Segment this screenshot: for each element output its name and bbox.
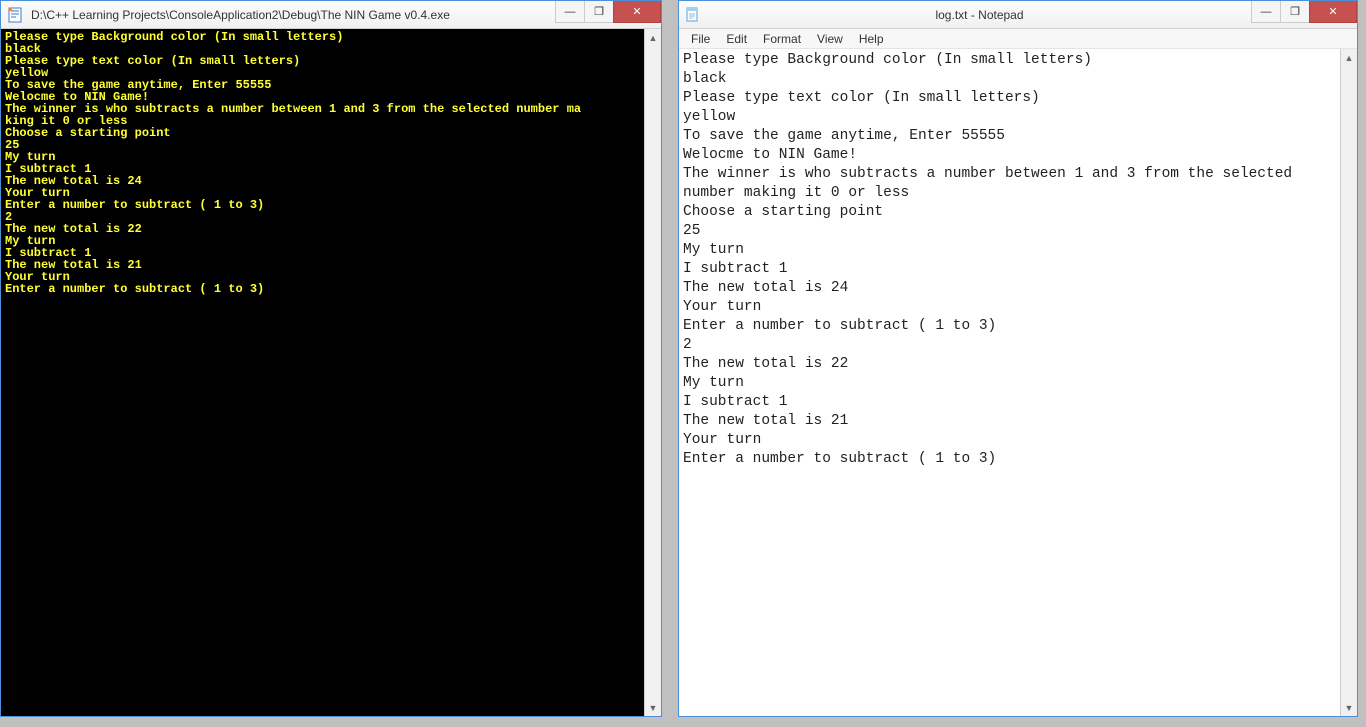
notepad-title: log.txt - Notepad <box>707 8 1252 22</box>
console-titlebar[interactable]: D:\C++ Learning Projects\ConsoleApplicat… <box>1 1 661 29</box>
scroll-down-icon[interactable]: ▼ <box>645 699 661 716</box>
menu-edit[interactable]: Edit <box>718 30 755 48</box>
minimize-button[interactable]: — <box>1251 1 1281 23</box>
notepad-body: Please type Background color (In small l… <box>679 49 1357 716</box>
notepad-titlebar[interactable]: log.txt - Notepad — ❐ ✕ <box>679 1 1357 29</box>
console-title: D:\C++ Learning Projects\ConsoleApplicat… <box>29 8 556 22</box>
console-output: Please type Background color (In small l… <box>1 29 661 297</box>
maximize-button[interactable]: ❐ <box>584 1 614 23</box>
scroll-up-icon[interactable]: ▲ <box>1341 49 1357 66</box>
notepad-content[interactable]: Please type Background color (In small l… <box>679 49 1340 471</box>
maximize-button[interactable]: ❐ <box>1280 1 1310 23</box>
menu-view[interactable]: View <box>809 30 851 48</box>
scroll-up-icon[interactable]: ▲ <box>645 29 661 46</box>
notepad-window: log.txt - Notepad — ❐ ✕ File Edit Format… <box>678 0 1358 717</box>
console-body: Please type Background color (In small l… <box>1 29 661 716</box>
console-scrollbar[interactable]: ▲ ▼ <box>644 29 661 716</box>
minimize-button[interactable]: — <box>555 1 585 23</box>
notepad-scrollbar[interactable]: ▲ ▼ <box>1340 49 1357 716</box>
menu-help[interactable]: Help <box>851 30 892 48</box>
console-window: D:\C++ Learning Projects\ConsoleApplicat… <box>0 0 662 717</box>
menu-format[interactable]: Format <box>755 30 809 48</box>
menu-file[interactable]: File <box>683 30 718 48</box>
console-app-icon <box>7 7 23 23</box>
scroll-down-icon[interactable]: ▼ <box>1341 699 1357 716</box>
notepad-app-icon <box>685 7 701 23</box>
close-button[interactable]: ✕ <box>1309 1 1357 23</box>
scroll-track[interactable] <box>645 46 661 699</box>
console-titlebar-buttons: — ❐ ✕ <box>556 1 661 23</box>
notepad-menubar: File Edit Format View Help <box>679 29 1357 49</box>
close-button[interactable]: ✕ <box>613 1 661 23</box>
scroll-track[interactable] <box>1341 66 1357 699</box>
notepad-titlebar-buttons: — ❐ ✕ <box>1252 1 1357 23</box>
